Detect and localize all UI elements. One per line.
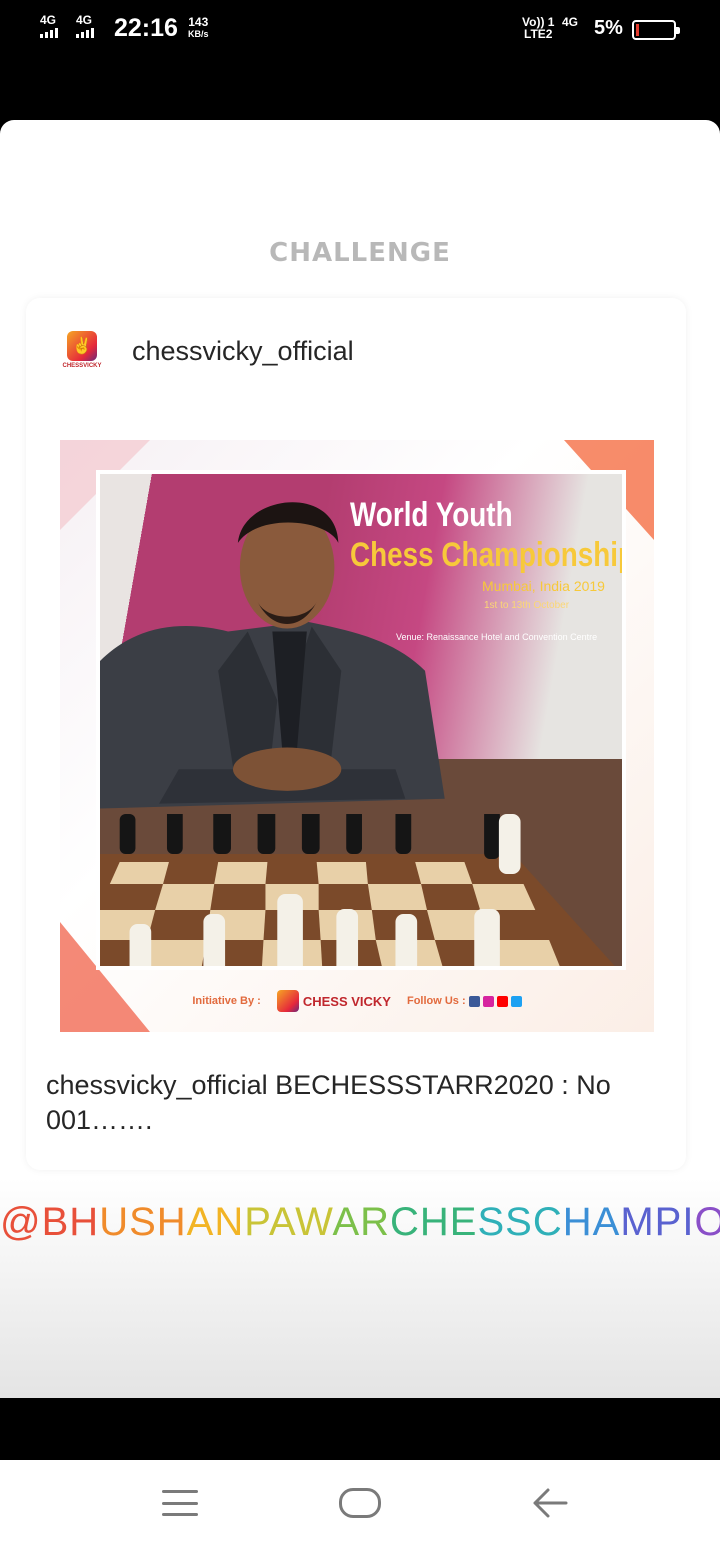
recent-apps-button[interactable] bbox=[162, 1490, 198, 1516]
story-card[interactable]: CHALLENGE ✌ CHESSVICKY chessvicky_offici… bbox=[0, 120, 720, 1398]
caption-username[interactable]: chessvicky_official bbox=[46, 1070, 268, 1100]
network-type-1: 4G bbox=[40, 13, 57, 27]
status-bar: 4G 4G 22:16 143 KB/s Vo)) 1 LTE2 4G 5% bbox=[0, 0, 720, 60]
signal-strength-2-icon bbox=[76, 28, 94, 38]
clock: 22:16 bbox=[114, 14, 178, 42]
volte-indicator: Vo)) 1 LTE2 bbox=[522, 16, 554, 40]
photo-frame: World Youth Chess Championship Mumbai, I… bbox=[96, 470, 626, 970]
menu-line-icon bbox=[162, 1490, 198, 1493]
chess-board bbox=[100, 814, 615, 966]
volte-bottom: LTE2 bbox=[524, 27, 553, 41]
network-speed-value: 143 bbox=[188, 15, 209, 29]
twitter-icon bbox=[510, 995, 522, 1007]
mention-sticker[interactable]: @BHUSHANPAWARCHESSCHAMPION bbox=[0, 1200, 720, 1245]
post-username[interactable]: chessvicky_official bbox=[132, 336, 354, 367]
chessvicky-mini-logo-icon bbox=[276, 990, 299, 1012]
photo-footer: Initiative By : CHESS VICKY Follow Us : bbox=[60, 970, 654, 1032]
post-photo[interactable]: World Youth Chess Championship Mumbai, I… bbox=[60, 440, 654, 1032]
signal-strength-1-icon bbox=[40, 28, 58, 38]
phone-screen: 4G 4G 22:16 143 KB/s Vo)) 1 LTE2 4G 5% C… bbox=[0, 0, 720, 1544]
post-caption: chessvicky_official BECHESSSTARR2020 : N… bbox=[46, 1068, 666, 1138]
home-button[interactable] bbox=[339, 1488, 381, 1518]
instagram-icon bbox=[482, 995, 494, 1007]
navigation-bar bbox=[0, 1460, 720, 1544]
battery-icon bbox=[632, 20, 680, 40]
network-speed-unit: KB/s bbox=[188, 29, 209, 39]
chessvicky-logo-icon: ✌ bbox=[67, 331, 97, 361]
avatar-brand-text: CHESSVICKY bbox=[62, 363, 102, 369]
network-type-3: 4G bbox=[562, 15, 579, 29]
follow-label: Follow Us : bbox=[406, 995, 466, 1007]
menu-line-icon bbox=[162, 1513, 198, 1516]
battery-level bbox=[636, 24, 639, 36]
follow-us: Follow Us : bbox=[407, 995, 522, 1007]
story-title: CHALLENGE bbox=[269, 238, 451, 268]
post-avatar[interactable]: ✌ CHESSVICKY bbox=[56, 324, 108, 376]
facebook-icon bbox=[468, 995, 480, 1007]
back-button[interactable] bbox=[530, 1486, 570, 1520]
network-type-2: 4G bbox=[76, 13, 93, 27]
network-speed: 143 KB/s bbox=[188, 16, 209, 40]
youtube-icon bbox=[496, 995, 508, 1007]
battery-percentage: 5% bbox=[594, 17, 623, 39]
shared-post-card[interactable]: ✌ CHESSVICKY chessvicky_official World Y… bbox=[26, 298, 686, 1170]
initiative-label: Initiative By : bbox=[192, 995, 261, 1007]
photo-brand-text: CHESS VICKY bbox=[302, 993, 391, 1009]
menu-line-icon bbox=[162, 1501, 198, 1505]
photo-brand: CHESS VICKY bbox=[276, 990, 391, 1012]
